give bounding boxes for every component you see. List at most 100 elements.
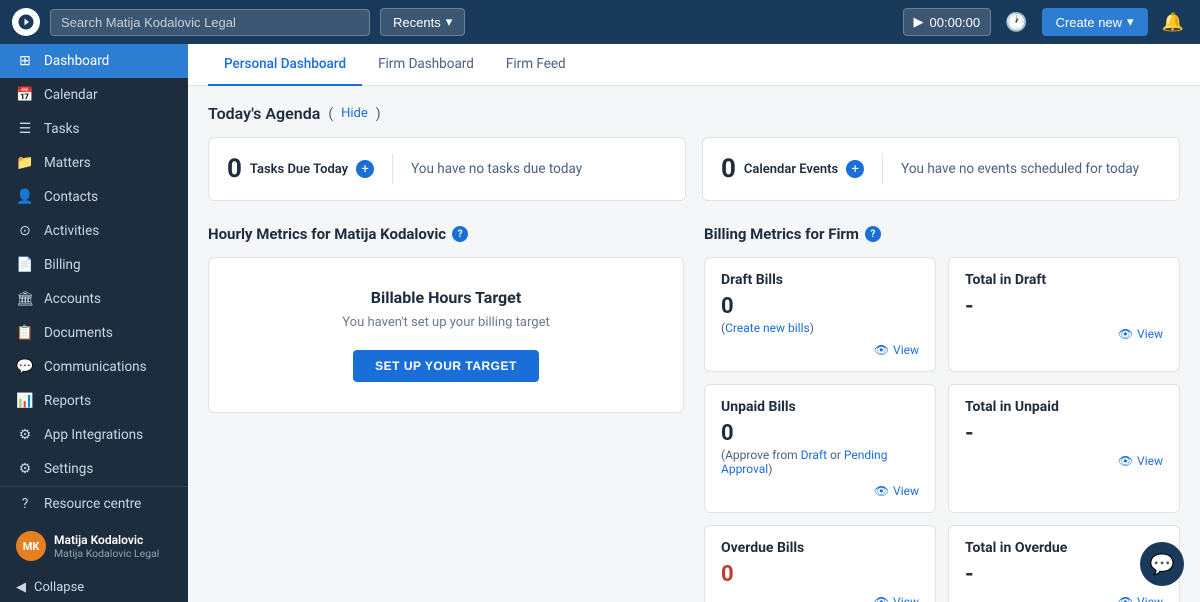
sidebar-item-reports[interactable]: 📊 Reports (0, 384, 188, 418)
app-layout: ⊞ Dashboard 📅 Calendar ☰ Tasks 📁 Matters… (0, 44, 1200, 602)
sidebar: ⊞ Dashboard 📅 Calendar ☰ Tasks 📁 Matters… (0, 44, 188, 602)
search-input[interactable] (50, 9, 370, 36)
activities-icon: ⊙ (16, 223, 34, 239)
draft-link[interactable]: Draft (801, 448, 827, 462)
divider (392, 154, 393, 184)
chevron-left-icon: ◀ (16, 580, 26, 595)
create-new-button[interactable]: Create new ▾ (1042, 8, 1148, 36)
draft-bills-view-link[interactable]: 👁 View (721, 343, 919, 357)
sidebar-item-activities[interactable]: ⊙ Activities (0, 214, 188, 248)
total-in-unpaid-view-link[interactable]: 👁 View (965, 454, 1163, 468)
total-in-unpaid-value: - (965, 421, 1163, 446)
tab-bar: Personal Dashboard Firm Dashboard Firm F… (188, 44, 1200, 86)
sidebar-item-tasks[interactable]: ☰ Tasks (0, 112, 188, 146)
sidebar-item-resource-centre[interactable]: ? Resource centre (0, 487, 188, 521)
sidebar-item-dashboard[interactable]: ⊞ Dashboard (0, 44, 188, 78)
hide-link[interactable]: Hide (341, 106, 368, 121)
hourly-metrics-info-icon[interactable]: ? (452, 226, 468, 242)
timer-button[interactable]: ▶ 00:00:00 (903, 8, 992, 36)
contacts-icon: 👤 (16, 189, 34, 205)
app-integrations-icon: ⚙ (16, 427, 34, 443)
total-in-unpaid-card: Total in Unpaid - 👁 View (948, 384, 1180, 513)
add-task-button[interactable]: + (356, 160, 374, 178)
collapse-button[interactable]: ◀ Collapse (0, 571, 188, 602)
add-event-button[interactable]: + (846, 160, 864, 178)
draft-bills-sub: (Create new bills) (721, 321, 919, 335)
draft-bills-card: Draft Bills 0 (Create new bills) 👁 View (704, 257, 936, 372)
overdue-bills-card: Overdue Bills 0 👁 View (704, 525, 936, 602)
eye-icon: 👁 (874, 484, 889, 498)
hourly-metrics-title: Hourly Metrics for Matija Kodalovic ? (208, 225, 684, 243)
unpaid-bills-view-link[interactable]: 👁 View (721, 484, 919, 498)
chevron-down-icon: ▾ (446, 14, 453, 30)
tasks-due-today-card: 0 Tasks Due Today + You have no tasks du… (208, 137, 686, 201)
tasks-icon: ☰ (16, 121, 34, 137)
events-label: Calendar Events (744, 162, 838, 177)
sidebar-item-settings[interactable]: ⚙ Settings (0, 452, 188, 486)
unpaid-bills-value: 0 (721, 421, 919, 446)
sidebar-item-documents[interactable]: 📋 Documents (0, 316, 188, 350)
sidebar-item-calendar[interactable]: 📅 Calendar (0, 78, 188, 112)
events-count: 0 (721, 154, 736, 184)
user-firm: Matija Kodalovic Legal (54, 547, 159, 560)
set-target-button[interactable]: SET UP YOUR TARGET (353, 350, 539, 382)
accounts-icon: 🏛 (16, 291, 34, 307)
main-content: Personal Dashboard Firm Dashboard Firm F… (188, 44, 1200, 602)
agenda-title: Today's Agenda (208, 104, 320, 123)
play-icon: ▶ (914, 14, 924, 30)
sidebar-item-communications[interactable]: 💬 Communications (0, 350, 188, 384)
tasks-message: You have no tasks due today (411, 161, 582, 177)
sidebar-bottom: ? Resource centre MK Matija Kodalovic Ma… (0, 486, 188, 602)
logo[interactable] (12, 8, 40, 36)
unpaid-bills-sub: (Approve from Draft or Pending Approval) (721, 448, 919, 476)
settings-icon: ⚙ (16, 461, 34, 477)
resource-centre-icon: ? (16, 496, 34, 512)
sidebar-item-app-integrations[interactable]: ⚙ App Integrations (0, 418, 188, 452)
dashboard-icon: ⊞ (16, 53, 34, 69)
total-in-draft-card: Total in Draft - 👁 View (948, 257, 1180, 372)
billable-hours-card: Billable Hours Target You haven't set up… (208, 257, 684, 413)
billing-metrics-info-icon[interactable]: ? (865, 226, 881, 242)
overdue-bills-view-link[interactable]: 👁 View (721, 595, 919, 602)
reports-icon: 📊 (16, 393, 34, 409)
tab-personal-dashboard[interactable]: Personal Dashboard (208, 44, 362, 86)
communications-icon: 💬 (16, 359, 34, 375)
agenda-row: 0 Tasks Due Today + You have no tasks du… (208, 137, 1180, 201)
content-area: Today's Agenda ( Hide ) 0 Tasks Due Toda… (188, 86, 1200, 602)
tasks-count: 0 (227, 154, 242, 184)
matters-icon: 📁 (16, 155, 34, 171)
sidebar-item-accounts[interactable]: 🏛 Accounts (0, 282, 188, 316)
divider (882, 154, 883, 184)
sidebar-item-billing[interactable]: 📄 Billing (0, 248, 188, 282)
avatar: MK (16, 531, 46, 561)
tab-firm-dashboard[interactable]: Firm Dashboard (362, 44, 490, 86)
metrics-row: Hourly Metrics for Matija Kodalovic ? Bi… (208, 225, 1180, 602)
total-in-overdue-view-link[interactable]: 👁 View (965, 595, 1163, 602)
eye-icon: 👁 (1118, 454, 1133, 468)
top-navigation: Recents ▾ ▶ 00:00:00 🕐 Create new ▾ 🔔 (0, 0, 1200, 44)
total-in-draft-view-link[interactable]: 👁 View (965, 327, 1163, 341)
tab-firm-feed[interactable]: Firm Feed (490, 44, 582, 86)
create-new-bills-link[interactable]: Create new bills (725, 321, 810, 335)
hourly-metrics-section: Hourly Metrics for Matija Kodalovic ? Bi… (208, 225, 684, 602)
unpaid-bills-card: Unpaid Bills 0 (Approve from Draft or Pe… (704, 384, 936, 513)
total-in-draft-value: - (965, 294, 1163, 319)
clock-icon-button[interactable]: 🕐 (1001, 12, 1031, 33)
notifications-button[interactable]: 🔔 (1158, 12, 1188, 33)
eye-icon: 👁 (1118, 327, 1133, 341)
chat-bubble[interactable]: 💬 (1140, 542, 1184, 586)
sidebar-item-contacts[interactable]: 👤 Contacts (0, 180, 188, 214)
billing-icon: 📄 (16, 257, 34, 273)
user-name: Matija Kodalovic (54, 533, 159, 547)
billing-grid: Draft Bills 0 (Create new bills) 👁 View (704, 257, 1180, 602)
billing-metrics-title: Billing Metrics for Firm ? (704, 225, 1180, 243)
documents-icon: 📋 (16, 325, 34, 341)
user-profile[interactable]: MK Matija Kodalovic Matija Kodalovic Leg… (0, 521, 188, 571)
billable-hours-title: Billable Hours Target (233, 288, 659, 307)
sidebar-item-matters[interactable]: 📁 Matters (0, 146, 188, 180)
eye-icon: 👁 (874, 595, 889, 602)
recents-button[interactable]: Recents ▾ (380, 8, 465, 36)
overdue-bills-value: 0 (721, 562, 919, 587)
tasks-label: Tasks Due Today (250, 162, 348, 177)
agenda-header: Today's Agenda ( Hide ) (208, 104, 1180, 123)
